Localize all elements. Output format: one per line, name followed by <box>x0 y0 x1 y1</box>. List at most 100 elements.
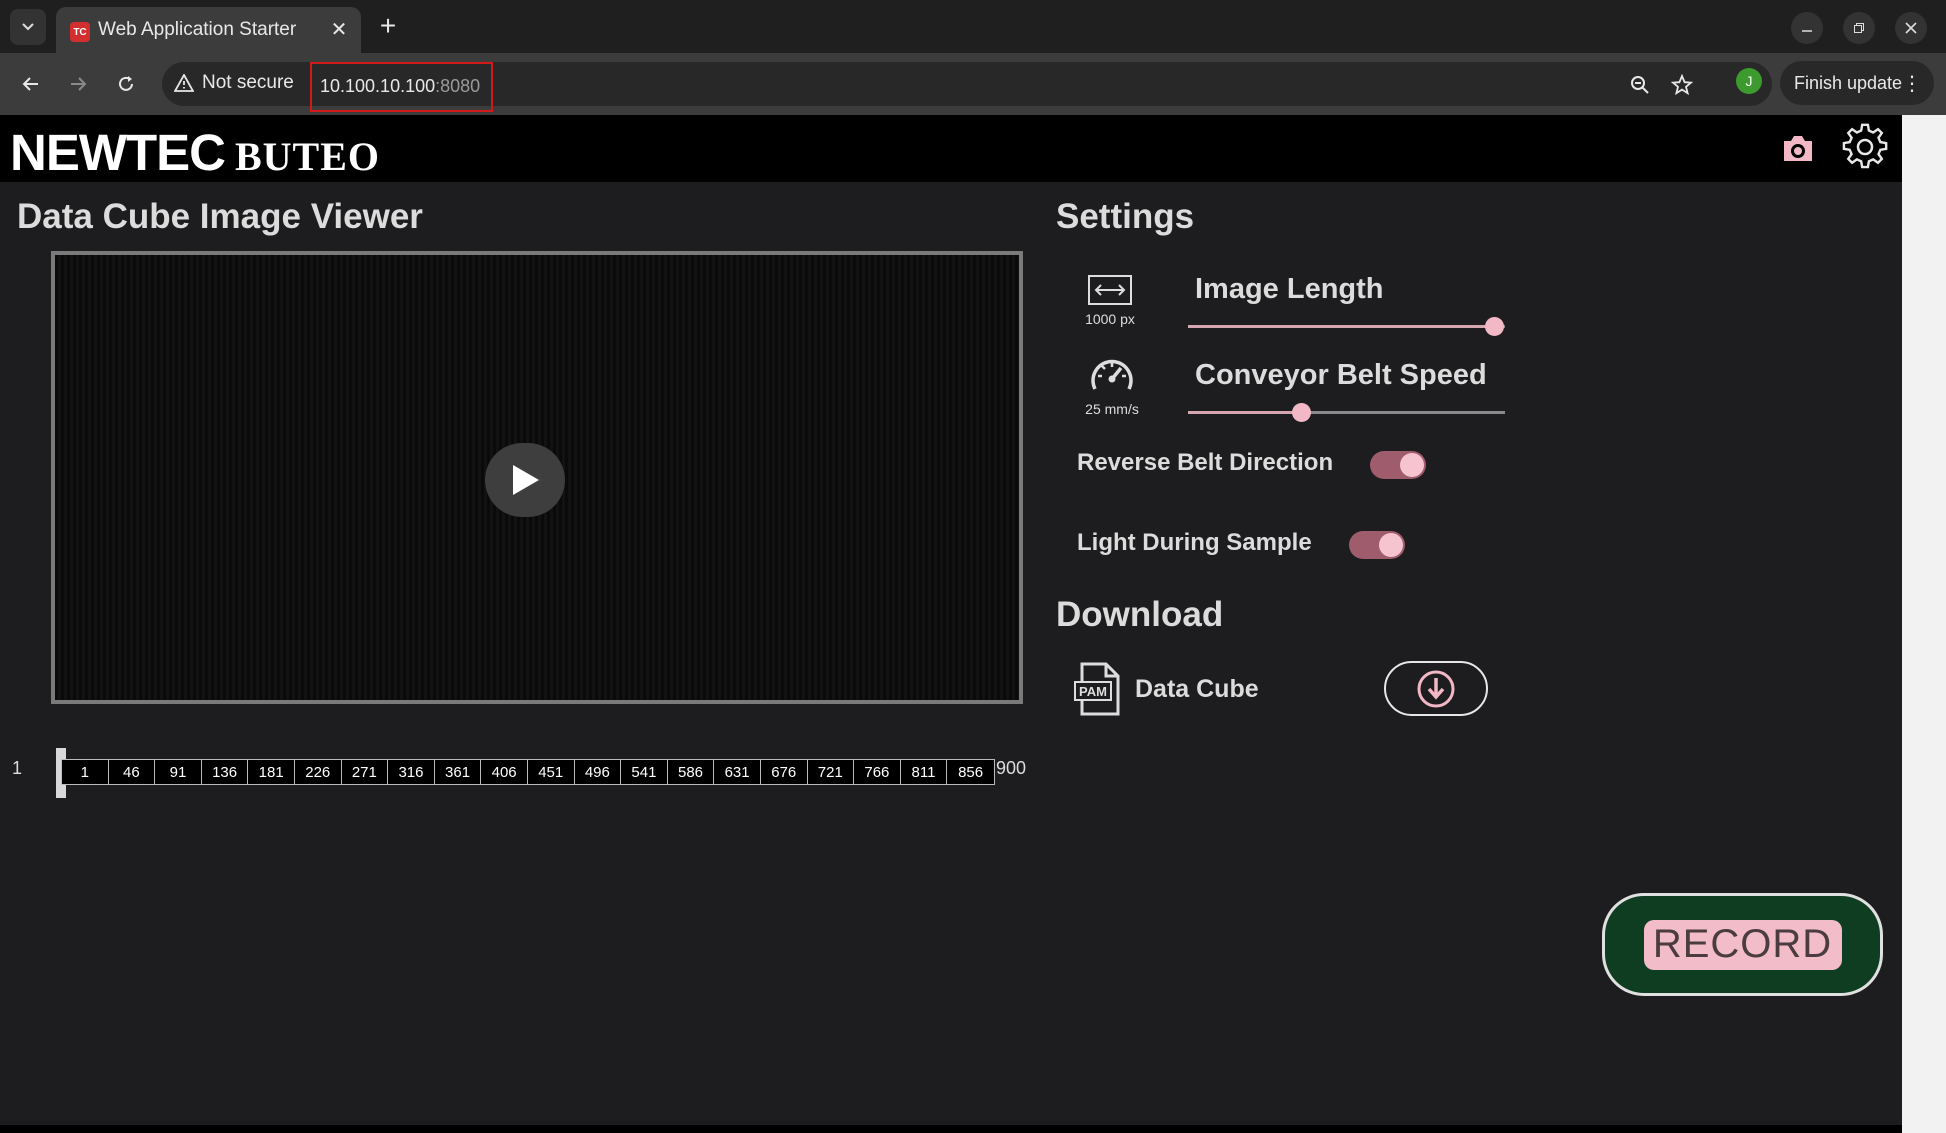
tab-title: Web Application Starter <box>98 19 297 40</box>
app-header: NEWTEC BUTEO <box>0 115 1902 182</box>
timeline-tick[interactable]: 766 <box>854 760 901 784</box>
minimize-icon <box>1802 30 1812 32</box>
image-length-slider-thumb[interactable] <box>1485 317 1505 336</box>
logo-main-text: NEWTEC <box>10 124 226 181</box>
timeline-tick[interactable]: 226 <box>295 760 342 784</box>
reverse-belt-label: Reverse Belt Direction <box>1077 449 1334 476</box>
bookmark-star-icon[interactable] <box>1669 72 1695 98</box>
timeline-tick[interactable]: 676 <box>761 760 808 784</box>
timeline-tick[interactable]: 631 <box>714 760 761 784</box>
security-indicator[interactable]: Not secure <box>174 72 294 94</box>
timeline-tick[interactable]: 496 <box>575 760 622 784</box>
browser-tab[interactable]: TC Web Application Starter ✕ <box>56 7 361 53</box>
timeline-tick[interactable]: 136 <box>202 760 249 784</box>
belt-speed-slider-thumb[interactable] <box>1292 403 1312 422</box>
close-window-button[interactable] <box>1895 12 1927 44</box>
timeline-tick[interactable]: 451 <box>528 760 575 784</box>
pam-file-icon: PAM <box>1074 662 1124 716</box>
close-tab-icon[interactable]: ✕ <box>327 17 351 41</box>
belt-speed-label: Conveyor Belt Speed <box>1195 359 1487 391</box>
url-port: :8080 <box>435 76 481 96</box>
belt-speed-slider-fill <box>1188 411 1303 414</box>
reverse-belt-toggle[interactable] <box>1370 451 1426 479</box>
viewer-title: Data Cube Image Viewer <box>17 197 423 236</box>
tab-search-button[interactable] <box>10 9 46 45</box>
timeline-tick[interactable]: 91 <box>155 760 202 784</box>
image-length-indicator: 1000 px <box>1065 275 1155 327</box>
reload-icon <box>119 76 133 91</box>
image-length-label: Image Length <box>1195 273 1384 305</box>
camera-icon <box>1784 136 1812 161</box>
browser-tab-strip: TC Web Application Starter ✕ + <box>0 0 1946 53</box>
timeline-tick[interactable]: 181 <box>248 760 295 784</box>
data-cube-label: Data Cube <box>1135 675 1259 703</box>
reverse-belt-toggle-knob <box>1400 453 1424 477</box>
timeline-tick[interactable]: 316 <box>388 760 435 784</box>
speedometer-icon <box>1091 359 1133 390</box>
record-panel: RECORD <box>1602 893 1883 996</box>
timeline-tick[interactable]: 271 <box>342 760 389 784</box>
image-length-slider[interactable] <box>1188 317 1505 336</box>
url-text[interactable]: 10.100.10.100:8080 <box>310 62 493 112</box>
belt-speed-value: 25 mm/s <box>1085 401 1139 417</box>
arrow-right-icon <box>71 77 87 91</box>
record-button[interactable]: RECORD <box>1643 919 1842 970</box>
play-icon <box>513 465 539 495</box>
settings-title: Settings <box>1056 197 1195 236</box>
settings-gear-button[interactable] <box>1842 123 1890 171</box>
timeline-tick[interactable]: 406 <box>481 760 528 784</box>
page-viewport: NEWTEC BUTEO Data Cube Image Viewer 1 14… <box>0 115 1902 1125</box>
finish-update-label: Finish update <box>1794 72 1903 93</box>
logo-sub-text: BUTEO <box>234 134 381 179</box>
page-bottom-edge <box>0 1125 1902 1133</box>
download-arrow-icon <box>1417 670 1455 707</box>
timeline-tick[interactable]: 586 <box>668 760 715 784</box>
favicon-icon: TC <box>70 22 90 42</box>
belt-speed-slider[interactable] <box>1188 403 1505 422</box>
timeline-tick[interactable]: 1 <box>62 760 109 784</box>
browser-toolbar: Not secure 10.100.10.100:8080 J Finish u… <box>0 53 1946 115</box>
light-sample-label: Light During Sample <box>1077 529 1312 556</box>
url-host: 10.100.10.100 <box>320 76 436 96</box>
width-arrows-icon <box>1088 275 1132 305</box>
newtec-logo: NEWTEC BUTEO <box>10 123 380 182</box>
back-button[interactable] <box>14 67 48 101</box>
timeline-tick[interactable]: 361 <box>435 760 482 784</box>
camera-button[interactable] <box>1780 133 1816 165</box>
finish-update-button[interactable]: Finish update ⋮ <box>1780 61 1934 105</box>
close-icon <box>1905 22 1917 34</box>
light-sample-toggle-knob <box>1379 533 1403 557</box>
play-button[interactable] <box>485 443 565 517</box>
restore-icon <box>1854 23 1864 33</box>
zoom-icon[interactable] <box>1627 72 1653 98</box>
timeline-tick[interactable]: 721 <box>808 760 855 784</box>
new-tab-button[interactable]: + <box>373 10 403 41</box>
timeline-tick[interactable]: 46 <box>109 760 156 784</box>
reload-button[interactable] <box>109 67 143 101</box>
chevron-down-icon <box>22 23 34 31</box>
image-viewer[interactable] <box>51 251 1023 704</box>
forward-button[interactable] <box>61 67 95 101</box>
warning-icon <box>174 74 194 92</box>
arrow-left-icon <box>22 77 38 91</box>
more-menu-icon[interactable]: ⋮ <box>1902 71 1922 96</box>
security-label: Not secure <box>202 72 294 93</box>
restore-button[interactable] <box>1843 12 1875 44</box>
timeline-end-label: 900 <box>996 758 1027 778</box>
download-title: Download <box>1056 595 1224 634</box>
frame-timeline[interactable]: 1 46 91 136 181 226 271 316 361 406 451 496 541 586 63… <box>61 759 995 785</box>
pam-icon-text: PAM <box>1079 684 1107 699</box>
timeline-start-label: 1 <box>12 758 23 778</box>
minimize-button[interactable] <box>1791 12 1823 44</box>
timeline-tick[interactable]: 811 <box>901 760 948 784</box>
belt-speed-indicator: 25 mm/s <box>1067 355 1157 417</box>
page-scroll-area <box>1902 115 1946 1133</box>
timeline-tick[interactable]: 541 <box>621 760 668 784</box>
light-sample-toggle[interactable] <box>1349 531 1405 559</box>
image-length-slider-fill <box>1188 325 1496 328</box>
download-data-cube-button[interactable] <box>1384 661 1488 716</box>
address-bar[interactable]: Not secure 10.100.10.100:8080 <box>162 62 1772 112</box>
timeline-tick[interactable]: 856 <box>947 760 994 784</box>
profile-avatar[interactable]: J <box>1736 68 1762 94</box>
gear-icon <box>1842 123 1888 169</box>
